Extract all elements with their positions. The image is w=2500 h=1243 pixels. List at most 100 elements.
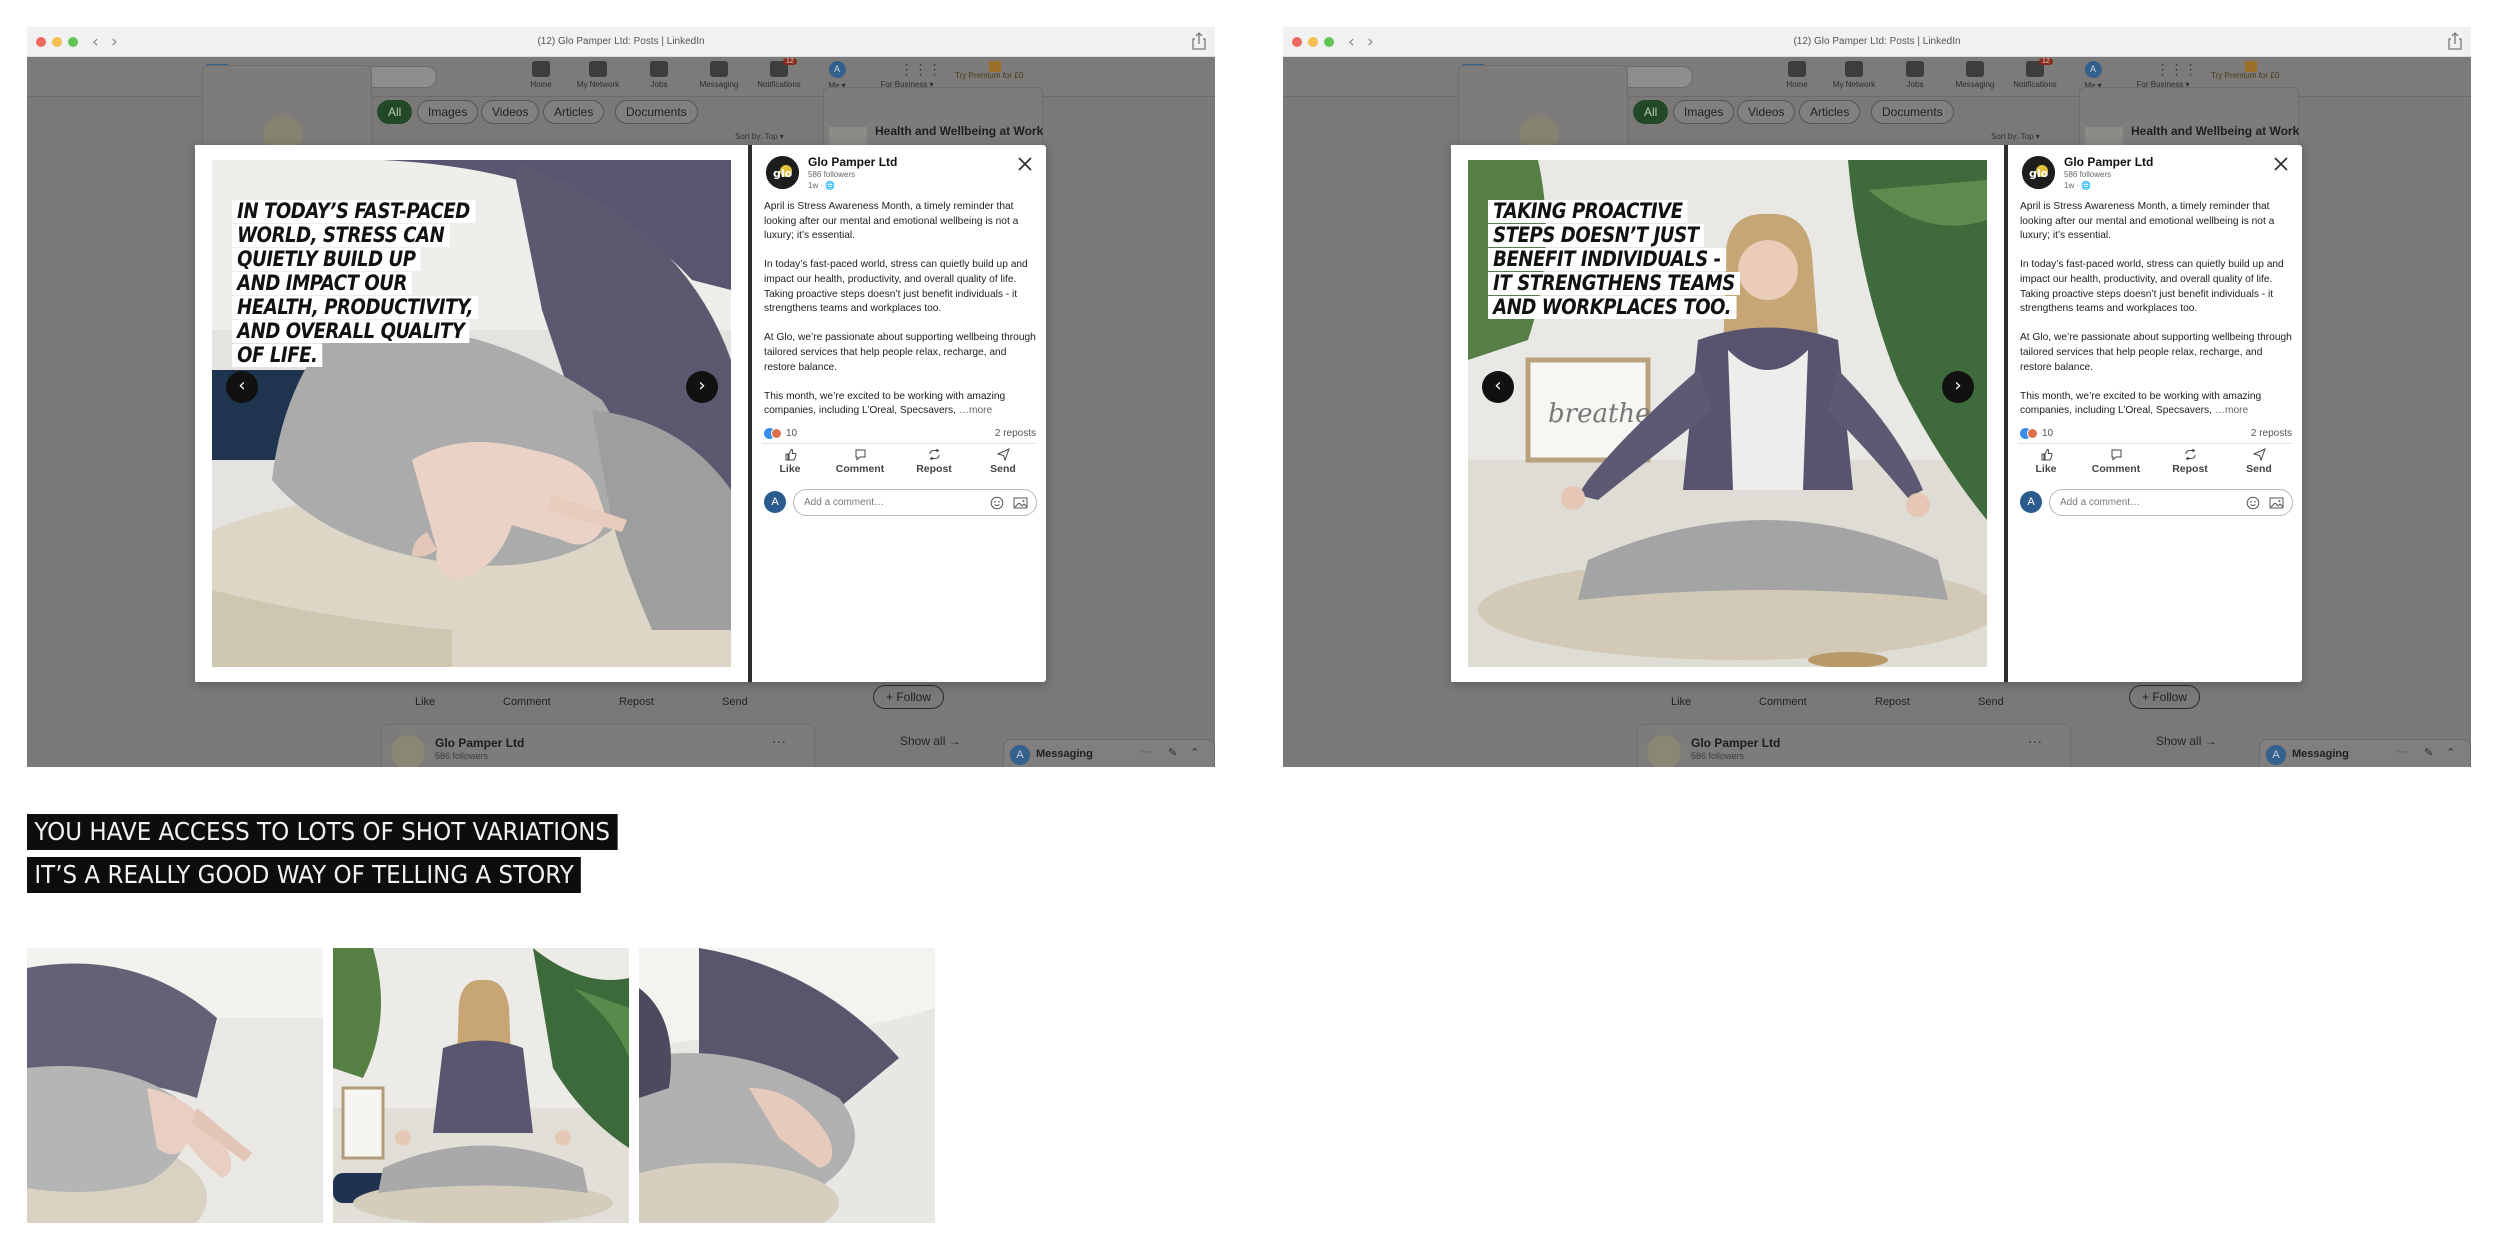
reposts-count[interactable]: 2 reposts [995,428,1036,439]
repost-icon [2185,448,2195,461]
grid-icon: ⋮⋮⋮ [899,61,942,77]
nav-home[interactable]: Home [511,61,571,89]
more-options-icon[interactable]: ··· [2028,733,2042,749]
filter-images[interactable]: Images [417,100,479,124]
company-name[interactable]: Glo Pamper Ltd [808,155,897,169]
filter-documents[interactable]: Documents [1871,100,1954,124]
comment-button[interactable]: Comment [2086,448,2146,475]
nav-my-network[interactable]: My Network [568,61,628,89]
sort-by-dropdown[interactable]: Sort by: Top ▾ [1991,132,2040,141]
carousel-prev-button[interactable]: ‹ [226,371,258,403]
image-icon[interactable] [2269,496,2284,510]
nav-me[interactable]: A Me ▾ [807,61,867,90]
close-icon[interactable] [1016,155,1034,173]
bg-send-button[interactable]: Send [722,696,748,708]
svg-text:glo: glo [2029,167,2049,180]
nav-for-business[interactable]: ⋮⋮⋮ For Business ▾ [877,61,942,89]
nav-home[interactable]: Home [1767,61,1827,89]
filter-all[interactable]: All [1633,100,1669,124]
nav-messaging[interactable]: Messaging [689,61,749,89]
comment-input[interactable]: Add a comment… [2049,489,2293,516]
bg-like-button[interactable]: Like [415,696,435,708]
follow-button[interactable]: + Follow [873,685,945,709]
compose-icon[interactable]: ✎ [1168,746,1177,759]
slide-quote: IN TODAY’S FAST-PACED WORLD, STRESS CAN QU… [232,200,518,368]
nav-me[interactable]: A Me ▾ [2063,61,2123,90]
emoji-icon[interactable] [990,496,1004,510]
bg-repost-button[interactable]: Repost [1875,696,1910,708]
comment-input[interactable]: Add a comment… [793,489,1037,516]
filter-videos[interactable]: Videos [1737,100,1796,124]
bg-comment-button[interactable]: Comment [1759,696,1807,708]
carousel-next-button[interactable]: › [686,371,718,403]
more-options-icon[interactable]: ··· [772,733,786,749]
repost-button[interactable]: Repost [904,448,964,475]
sort-by-dropdown[interactable]: Sort by: Top ▾ [735,132,784,141]
nav-notifications[interactable]: 12 Notifications [749,58,809,89]
commenter-avatar: A [764,491,786,513]
messaging-more-icon[interactable]: ··· [1140,746,1151,758]
image-icon[interactable] [1013,496,1028,510]
nav-for-business[interactable]: ⋮⋮⋮ For Business ▾ [2133,61,2198,89]
filter-images[interactable]: Images [1673,100,1735,124]
messaging-more-icon[interactable]: ··· [2396,746,2407,758]
bg-like-button[interactable]: Like [1671,696,1691,708]
bg-send-button[interactable]: Send [1978,696,2004,708]
slide-quote-line: OF LIFE. [232,344,323,367]
company-logo[interactable]: glo [766,156,799,189]
company-name[interactable]: Glo Pamper Ltd [2064,155,2153,169]
follow-button[interactable]: + Follow [2129,685,2201,709]
network-icon [1845,61,1863,77]
me-avatar: A [828,61,846,78]
messaging-dock[interactable]: A Messaging ··· ✎ ⌃ [1003,739,1215,767]
try-premium-link[interactable]: Try Premium for £0 [2211,71,2279,80]
bg-repost-button[interactable]: Repost [619,696,654,708]
filter-all[interactable]: All [377,100,413,124]
like-button[interactable]: Like [2016,448,2076,475]
see-more-link[interactable]: …more [959,405,992,416]
filter-videos[interactable]: Videos [481,100,540,124]
carousel-next-button[interactable]: › [1942,371,1974,403]
try-premium-link[interactable]: Try Premium for £0 [955,71,1023,80]
comment-button[interactable]: Comment [830,448,890,475]
nav-jobs[interactable]: Jobs [629,61,689,89]
send-button[interactable]: Send [2229,448,2289,475]
messaging-avatar: A [1010,745,1030,765]
nav-messaging[interactable]: Messaging [1945,61,2005,89]
see-more-link[interactable]: …more [2215,405,2248,416]
filter-articles[interactable]: Articles [1799,100,1861,124]
post-paragraph: April is Stress Awareness Month, a timel… [764,201,1019,242]
slide-quote-line: QUIETLY BUILD UP [232,248,421,271]
filter-documents[interactable]: Documents [615,100,698,124]
compose-icon[interactable]: ✎ [2424,746,2433,759]
nav-jobs[interactable]: Jobs [1885,61,1945,89]
post-paragraph: At Glo, we’re passionate about supportin… [2020,332,2292,373]
share-icon[interactable] [2447,32,2463,50]
company-logo[interactable]: glo [2022,156,2055,189]
slide-photo-woman-meditating: breathe TAKING PROACTIVE STEPS DOESN’T JU… [1468,160,1987,667]
post-timestamp: 1w · 🌐 [808,181,836,190]
send-button[interactable]: Send [973,448,1033,475]
share-icon[interactable] [1191,32,1207,50]
comment-placeholder: Add a comment… [804,497,885,508]
chevron-up-icon[interactable]: ⌃ [2446,746,2455,759]
like-button[interactable]: Like [760,448,820,475]
post-timestamp: 1w · 🌐 [2064,181,2092,190]
filter-articles[interactable]: Articles [543,100,605,124]
thumbs-up-icon [2041,448,2052,461]
home-icon [1788,61,1806,77]
nav-my-network[interactable]: My Network [1824,61,1884,89]
window-title: (12) Glo Pamper Ltd: Posts | LinkedIn [537,36,705,47]
repost-button[interactable]: Repost [2160,448,2220,475]
chevron-up-icon[interactable]: ⌃ [1190,746,1199,759]
show-all-link[interactable]: Show all → [900,734,961,748]
close-icon[interactable] [2272,155,2290,173]
messaging-dock[interactable]: A Messaging ··· ✎ ⌃ [2259,739,2471,767]
caption-telling-a-story: IT’S A REALLY GOOD WAY OF TELLING A STOR… [27,857,582,893]
nav-notifications[interactable]: 12 Notifications [2005,58,2065,89]
emoji-icon[interactable] [2246,496,2260,510]
bg-comment-button[interactable]: Comment [503,696,551,708]
show-all-link[interactable]: Show all → [2156,734,2217,748]
carousel-prev-button[interactable]: ‹ [1482,371,1514,403]
reposts-count[interactable]: 2 reposts [2251,428,2292,439]
